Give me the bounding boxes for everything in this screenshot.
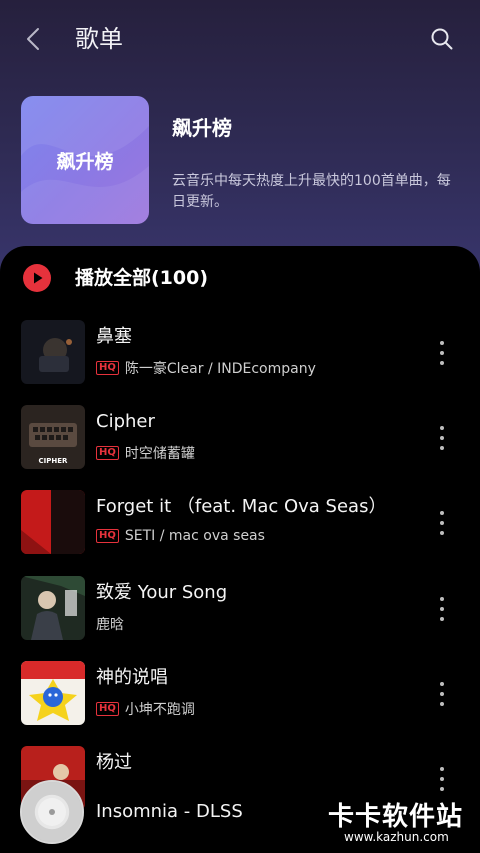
album-art [21, 576, 85, 640]
song-artist: 陈一豪Clear / INDEcompany [124, 361, 316, 377]
now-playing-title: Insomnia - DLSS [96, 801, 243, 822]
playlist-name: 飙升榜 [172, 116, 232, 140]
song-artist: 鹿晗 [96, 617, 124, 633]
album-art [21, 661, 85, 725]
hq-badge: HQ [96, 529, 119, 543]
watermark-url: www.kazhun.com [344, 830, 449, 844]
song-title: 致爱 Your Song [96, 582, 228, 603]
playlist-cover[interactable]: 飙升榜 [21, 96, 149, 224]
song-row[interactable]: 致爱 Your Song 鹿晗 [0, 576, 480, 656]
playlist-description: 云音乐中每天热度上升最快的100首单曲，每日更新。 [172, 173, 451, 210]
album-art [21, 320, 85, 384]
play-circle-icon [23, 264, 51, 292]
song-title: 鼻塞 [96, 326, 132, 347]
album-art-text: CIPHER [39, 457, 69, 465]
play-all-button[interactable]: 播放全部(100) [0, 246, 480, 310]
song-list-panel: 播放全部(100) 鼻塞 HQ 陈一豪Clear / INDEcompany C… [0, 246, 480, 853]
album-art: CIPHER [21, 405, 85, 469]
song-row[interactable]: Forget it （feat. Mac Ova Seas） HQ SETI /… [0, 490, 480, 570]
more-options-icon[interactable] [432, 508, 452, 538]
watermark-text: 卡卡软件站 [328, 802, 464, 832]
hq-badge: HQ [96, 446, 119, 460]
cover-title: 飙升榜 [56, 150, 114, 173]
watermark: 卡卡软件站 www.kazhun.com [328, 796, 476, 848]
more-options-icon[interactable] [432, 423, 452, 453]
play-all-label: 播放全部(100) [75, 267, 209, 289]
album-art [21, 490, 85, 554]
hq-badge: HQ [96, 702, 119, 716]
song-row[interactable]: 鼻塞 HQ 陈一豪Clear / INDEcompany [0, 320, 480, 400]
chevron-left-icon [27, 28, 39, 50]
song-artist: 小坤不跑调 [124, 702, 195, 718]
more-options-icon[interactable] [432, 594, 452, 624]
hq-badge: HQ [96, 361, 119, 375]
search-button[interactable] [426, 22, 458, 56]
song-title: 神的说唱 [96, 667, 168, 688]
song-artist: 时空储蓄罐 [124, 446, 195, 462]
song-title: Forget it （feat. Mac Ova Seas） [96, 496, 387, 517]
song-row[interactable]: CIPHER Cipher HQ 时空储蓄罐 [0, 405, 480, 485]
header: 歌单 [0, 0, 480, 76]
song-artist: SETI / mac ova seas [124, 528, 265, 544]
song-title: Cipher [96, 411, 155, 432]
page-title: 歌单 [75, 25, 123, 53]
now-playing-disc[interactable] [20, 780, 84, 844]
song-row[interactable]: 神的说唱 HQ 小坤不跑调 [0, 661, 480, 741]
back-button[interactable] [18, 22, 48, 56]
more-options-icon[interactable] [432, 338, 452, 368]
more-options-icon[interactable] [432, 679, 452, 709]
search-icon [431, 28, 453, 50]
